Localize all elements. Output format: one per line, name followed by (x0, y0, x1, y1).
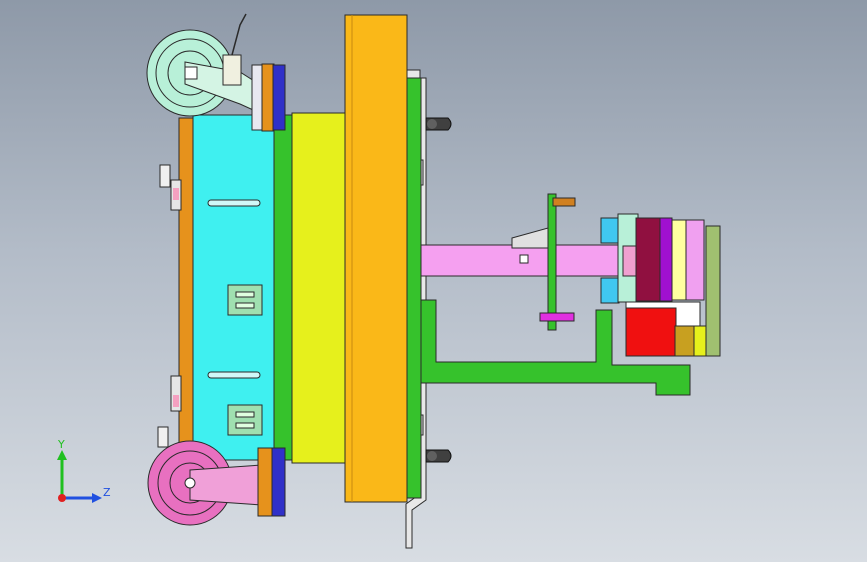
cad-3d-viewport[interactable]: Y Z (0, 0, 867, 562)
z-axis-arrow-icon (92, 493, 102, 503)
y-axis-label: Y (57, 438, 65, 451)
top-caster-wheel (146, 13, 286, 132)
base-plate (344, 14, 408, 503)
pink-arm (420, 193, 624, 331)
yellow-block (291, 112, 346, 464)
gripper-assembly (600, 213, 721, 357)
fixture-assembly-model[interactable] (0, 0, 867, 562)
y-axis-arrow-icon (57, 450, 67, 460)
coordinate-triad: Y Z (57, 438, 111, 503)
cyan-frame (192, 114, 293, 461)
bottom-caster-wheel (147, 440, 286, 526)
orange-plate (157, 117, 194, 461)
x-axis-dot (58, 494, 66, 502)
top-hook (425, 117, 452, 131)
z-axis-label: Z (103, 486, 111, 499)
bottom-hook (425, 449, 452, 463)
